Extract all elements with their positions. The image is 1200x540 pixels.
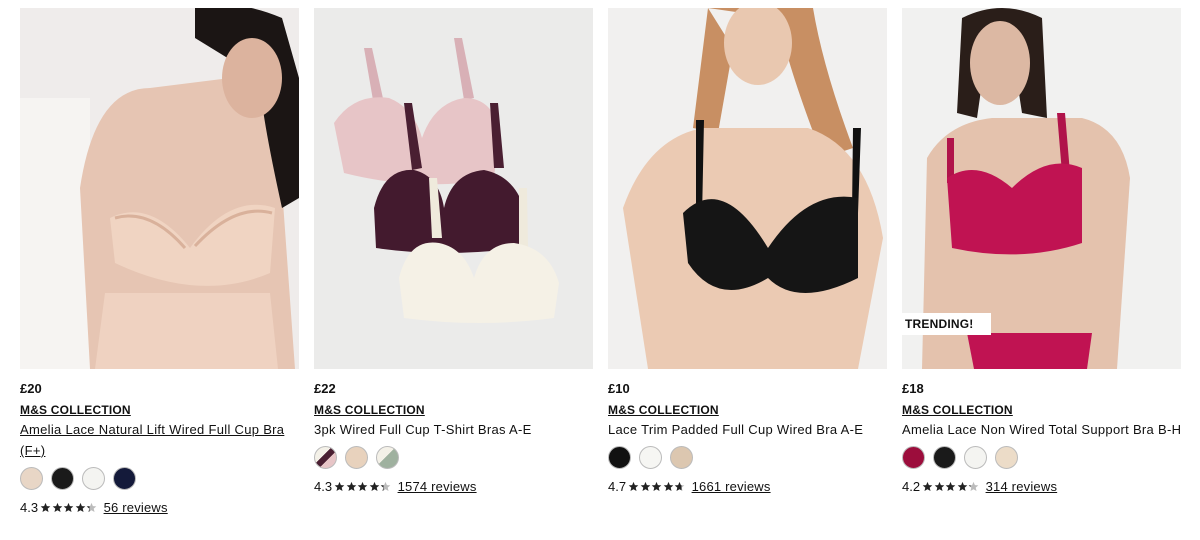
color-swatch[interactable]: [314, 446, 337, 469]
star-icon: [334, 481, 345, 491]
color-swatch[interactable]: [113, 467, 136, 490]
color-swatches: [314, 446, 594, 469]
star-icon: [628, 481, 639, 491]
product-title-link[interactable]: Lace Trim Padded Full Cup Wired Bra A-E: [608, 419, 888, 440]
reviews-link[interactable]: 314 reviews: [986, 479, 1058, 494]
star-icon: [651, 481, 662, 491]
color-swatch[interactable]: [995, 446, 1018, 469]
product-rating: 4.3 1574 reviews: [314, 477, 594, 495]
color-swatch[interactable]: [82, 467, 105, 490]
trending-badge: TRENDING!: [902, 313, 992, 335]
star-icon: [52, 502, 62, 512]
star-icon: [380, 481, 391, 491]
star-icon: [922, 481, 933, 491]
product-card: £20 M&S COLLECTION Amelia Lace Natural L…: [20, 8, 300, 516]
star-icon: [957, 481, 967, 491]
star-icon: [934, 481, 944, 491]
product-image[interactable]: [20, 8, 299, 369]
star-icon: [640, 481, 650, 491]
product-image[interactable]: [608, 8, 887, 369]
star-icon: [346, 481, 356, 491]
star-icon: [357, 481, 368, 491]
star-icon: [63, 502, 74, 512]
rating-value: 4.3: [314, 478, 333, 494]
star-rating-icon: [628, 481, 686, 492]
product-price: £20: [20, 381, 42, 396]
product-title-link[interactable]: 3pk Wired Full Cup T-Shirt Bras A-E: [314, 419, 594, 440]
color-swatch[interactable]: [933, 446, 956, 469]
color-swatch[interactable]: [902, 446, 925, 469]
reviews-link[interactable]: 1661 reviews: [692, 479, 771, 494]
rating-value: 4.2: [902, 478, 921, 494]
product-brand-link[interactable]: M&S COLLECTION: [902, 403, 1182, 417]
color-swatch[interactable]: [20, 467, 43, 490]
star-icon: [674, 481, 685, 491]
product-rating: 4.3 56 reviews: [20, 498, 300, 516]
star-icon: [945, 481, 956, 491]
color-swatch[interactable]: [964, 446, 987, 469]
product-rating: 4.2 314 reviews: [902, 477, 1182, 495]
product-rating: 4.7 1661 reviews: [608, 477, 888, 495]
product-title-link[interactable]: Amelia Lace Non Wired Total Support Bra …: [902, 419, 1182, 440]
star-icon: [968, 481, 979, 491]
color-swatch[interactable]: [345, 446, 368, 469]
color-swatches: [608, 446, 888, 469]
reviews-link[interactable]: 56 reviews: [104, 500, 168, 515]
color-swatch[interactable]: [51, 467, 74, 490]
star-icon: [40, 502, 51, 512]
star-rating-icon: [922, 481, 980, 492]
color-swatch[interactable]: [670, 446, 693, 469]
product-card: £10 M&S COLLECTION Lace Trim Padded Full…: [608, 8, 888, 495]
color-swatch[interactable]: [608, 446, 631, 469]
product-title-link[interactable]: Amelia Lace Natural Lift Wired Full Cup …: [20, 419, 300, 461]
star-icon: [75, 502, 85, 512]
star-rating-icon: [40, 502, 98, 513]
star-icon: [369, 481, 379, 491]
product-image[interactable]: TRENDING!: [902, 8, 1181, 369]
product-grid: £20 M&S COLLECTION Amelia Lace Natural L…: [0, 0, 1200, 540]
product-brand-link[interactable]: M&S COLLECTION: [608, 403, 888, 417]
color-swatches: [902, 446, 1182, 469]
color-swatch[interactable]: [639, 446, 662, 469]
product-card: £22 M&S COLLECTION 3pk Wired Full Cup T-…: [314, 8, 594, 495]
product-card: TRENDING! £18 M&S COLLECTION Amelia Lace…: [902, 8, 1182, 495]
star-icon: [86, 502, 97, 512]
product-image[interactable]: [314, 8, 593, 369]
rating-value: 4.7: [608, 478, 627, 494]
product-price: £10: [608, 381, 630, 396]
reviews-link[interactable]: 1574 reviews: [398, 479, 477, 494]
rating-value: 4.3: [20, 499, 39, 515]
color-swatches: [20, 467, 300, 490]
star-icon: [663, 481, 673, 491]
color-swatch[interactable]: [376, 446, 399, 469]
product-brand-link[interactable]: M&S COLLECTION: [20, 403, 300, 417]
product-price: £18: [902, 381, 924, 396]
star-rating-icon: [334, 481, 392, 492]
product-price: £22: [314, 381, 336, 396]
product-brand-link[interactable]: M&S COLLECTION: [314, 403, 594, 417]
